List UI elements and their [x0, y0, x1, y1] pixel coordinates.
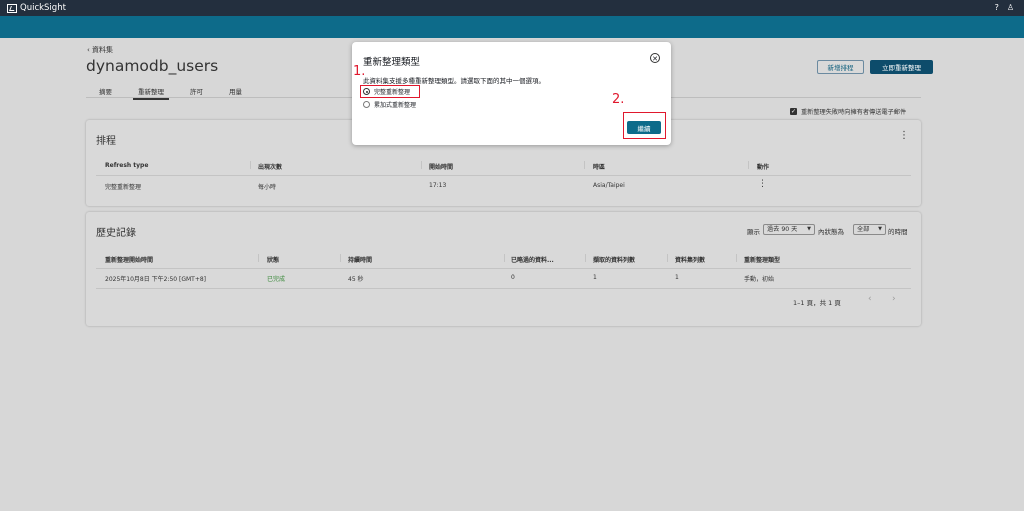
incremental-refresh-option[interactable]: 累加式重新整理	[363, 100, 416, 109]
schedule-cell-start: 17:13	[429, 182, 447, 189]
continue-button[interactable]: 繼續	[627, 121, 661, 134]
schedule-header-timezone: 時區	[593, 164, 606, 171]
page-title: dynamodb_users	[86, 57, 219, 75]
column-divider	[585, 254, 586, 262]
app-brand[interactable]: QuickSight	[7, 3, 66, 13]
quicksight-logo-icon	[7, 3, 17, 13]
history-header-type: 重新整理類型	[744, 257, 781, 264]
chevron-down-icon: ▼	[878, 226, 882, 232]
app-name: QuickSight	[20, 3, 66, 13]
chevron-down-icon: ▼	[807, 226, 811, 232]
history-card: 歷史記錄 顯示 過去 90 天 ▼ 內狀態為 全部 ▼ 的時間 重新整理開始時間…	[86, 212, 921, 326]
filter-prefix: 顯示	[747, 228, 760, 236]
history-header-status: 狀態	[267, 257, 280, 264]
checkbox-checked-icon: ✓	[790, 108, 797, 115]
column-divider	[736, 254, 737, 262]
column-divider	[340, 254, 341, 262]
schedule-cell-timezone: Asia/Taipei	[593, 182, 625, 189]
notify-label: 重新整理失敗時向擁有者傳送電子郵件	[801, 109, 907, 116]
schedule-header-frequency: 出現次數	[258, 164, 283, 171]
more-options-icon[interactable]: ⋮	[899, 130, 909, 141]
history-cell-status: 已完成	[267, 276, 286, 283]
history-header-start: 重新整理開始時間	[105, 257, 154, 264]
schedule-cell-frequency: 每小時	[258, 184, 277, 191]
status-value: 全部	[857, 226, 870, 233]
step-1-annotation: 1.	[353, 64, 366, 79]
schedule-header-type: Refresh type	[105, 162, 149, 169]
history-header-ingested: 擷取的資料列數	[593, 257, 636, 264]
close-icon[interactable]: ✕	[650, 53, 660, 63]
history-cell-skipped: 0	[511, 274, 515, 281]
top-navigation-bar: QuickSight ? ♙	[0, 0, 1024, 16]
row-actions-icon[interactable]: ⋮	[758, 179, 767, 189]
add-schedule-button[interactable]: 新增排程	[817, 60, 864, 74]
refresh-now-button[interactable]: 立即重新整理	[870, 60, 933, 74]
time-range-value: 過去 90 天	[767, 226, 798, 233]
previous-page-icon[interactable]: ‹	[868, 294, 872, 304]
status-select[interactable]: 全部 ▼	[853, 224, 886, 235]
column-divider	[667, 254, 668, 262]
breadcrumb-label: 資料集	[92, 46, 114, 54]
schedule-title: 排程	[96, 136, 116, 147]
history-cell-type: 手動，初始	[744, 276, 775, 283]
history-cell-rows: 1	[675, 274, 679, 281]
table-divider	[96, 175, 911, 176]
breadcrumb[interactable]: ‹ 資料集	[87, 45, 113, 55]
highlight-box-option	[360, 85, 420, 98]
history-header-skipped: 已略過的資料...	[511, 257, 554, 264]
history-cell-ingested: 1	[593, 274, 597, 281]
history-cell-start: 2025年10月8日 下午2:50 [GMT+8]	[105, 276, 207, 283]
column-divider	[504, 254, 505, 262]
history-cell-duration: 45 秒	[348, 276, 364, 283]
time-range-select[interactable]: 過去 90 天 ▼	[763, 224, 815, 235]
refresh-type-dialog: 重新整理類型 ✕ 此資料集支援多種重新整理類型。請選取下面的其中一個選項。 完整…	[352, 42, 671, 145]
incremental-refresh-label: 累加式重新整理	[374, 102, 417, 109]
table-divider	[96, 288, 911, 289]
help-icon[interactable]: ?	[995, 3, 999, 12]
radio-unselected-icon[interactable]	[363, 101, 370, 108]
schedule-cell-type: 完整重新整理	[105, 184, 142, 191]
chevron-left-icon: ‹	[87, 46, 90, 54]
schedule-header-action: 動作	[757, 164, 770, 171]
pagination-text: 1–1 頁，共 1 頁	[793, 299, 841, 307]
table-divider	[96, 268, 911, 269]
history-title: 歷史記錄	[96, 228, 136, 239]
dialog-description: 此資料集支援多種重新整理類型。請選取下面的其中一個選項。	[363, 77, 545, 85]
next-page-icon[interactable]: ›	[892, 294, 896, 304]
history-header-rows: 資料集列數	[675, 257, 706, 264]
column-divider	[748, 161, 749, 169]
column-divider	[250, 161, 251, 169]
notify-on-failure-checkbox[interactable]: ✓ 重新整理失敗時向擁有者傳送電子郵件	[790, 107, 906, 116]
filter-suffix: 的時間	[888, 228, 908, 236]
step-2-annotation: 2.	[612, 92, 625, 107]
column-divider	[421, 161, 422, 169]
status-prefix: 內狀態為	[818, 228, 844, 236]
column-divider	[258, 254, 259, 262]
history-header-duration: 持續時間	[348, 257, 373, 264]
schedule-header-start: 開始時間	[429, 164, 454, 171]
column-divider	[584, 161, 585, 169]
user-icon[interactable]: ♙	[1007, 3, 1014, 12]
context-banner	[0, 16, 1024, 38]
dialog-title: 重新整理類型	[363, 57, 421, 68]
